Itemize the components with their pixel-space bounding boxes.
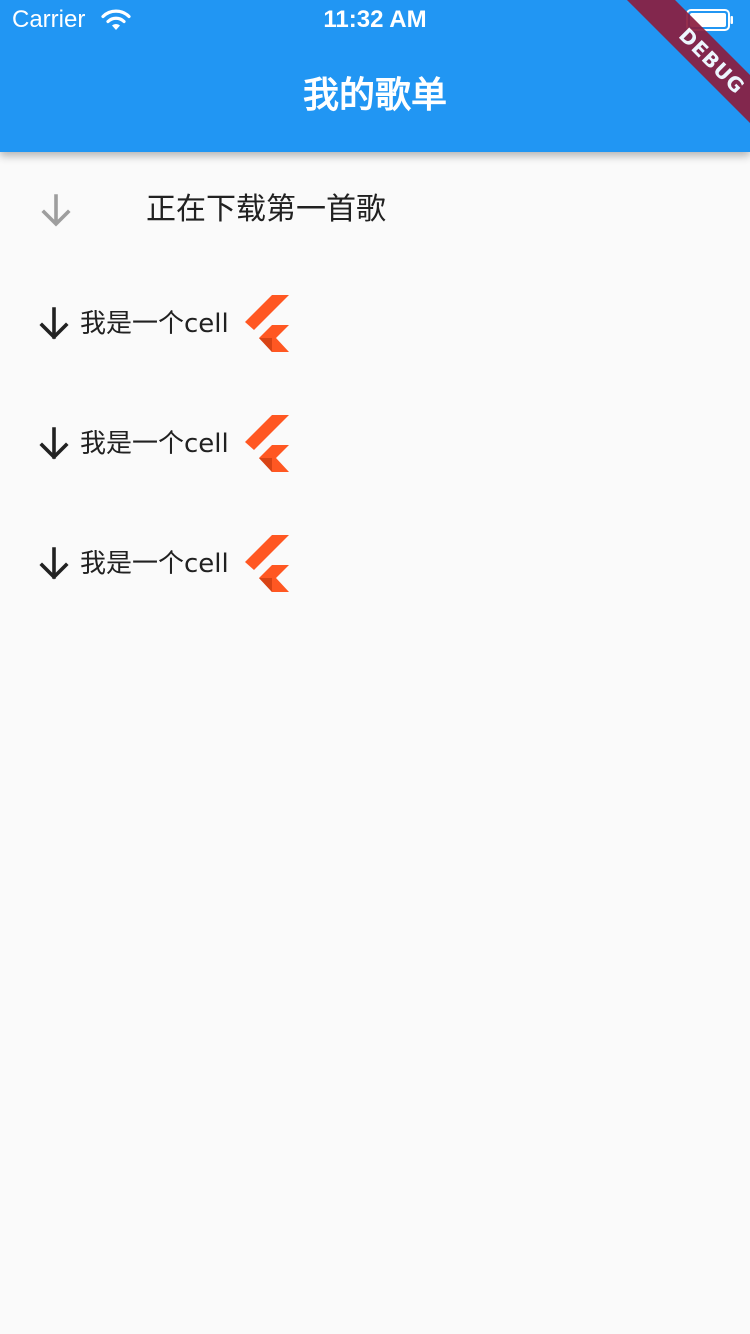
flutter-logo [245, 295, 289, 352]
debug-banner-label: DEBUG [622, 0, 750, 130]
arrow-down-icon [39, 547, 69, 580]
arrow-down-icon [39, 307, 69, 340]
debug-banner: DEBUG [620, 0, 750, 130]
list-item[interactable]: 我是一个cell [36, 294, 436, 354]
cell-label: 我是一个cell [80, 309, 229, 339]
arrow-down-icon [39, 427, 69, 460]
cell-label: 我是一个cell [80, 549, 229, 579]
cell-label: 我是一个cell [80, 429, 229, 459]
flutter-logo [245, 535, 289, 592]
download-status-text: 正在下载第一首歌 [146, 192, 386, 227]
download-list-tile[interactable]: 正在下载第一首歌 [0, 152, 750, 268]
list-item[interactable]: 我是一个cell [36, 534, 436, 594]
list-item[interactable]: 我是一个cell [36, 414, 436, 474]
flutter-logo [245, 415, 289, 472]
download-arrow-icon [41, 194, 71, 227]
